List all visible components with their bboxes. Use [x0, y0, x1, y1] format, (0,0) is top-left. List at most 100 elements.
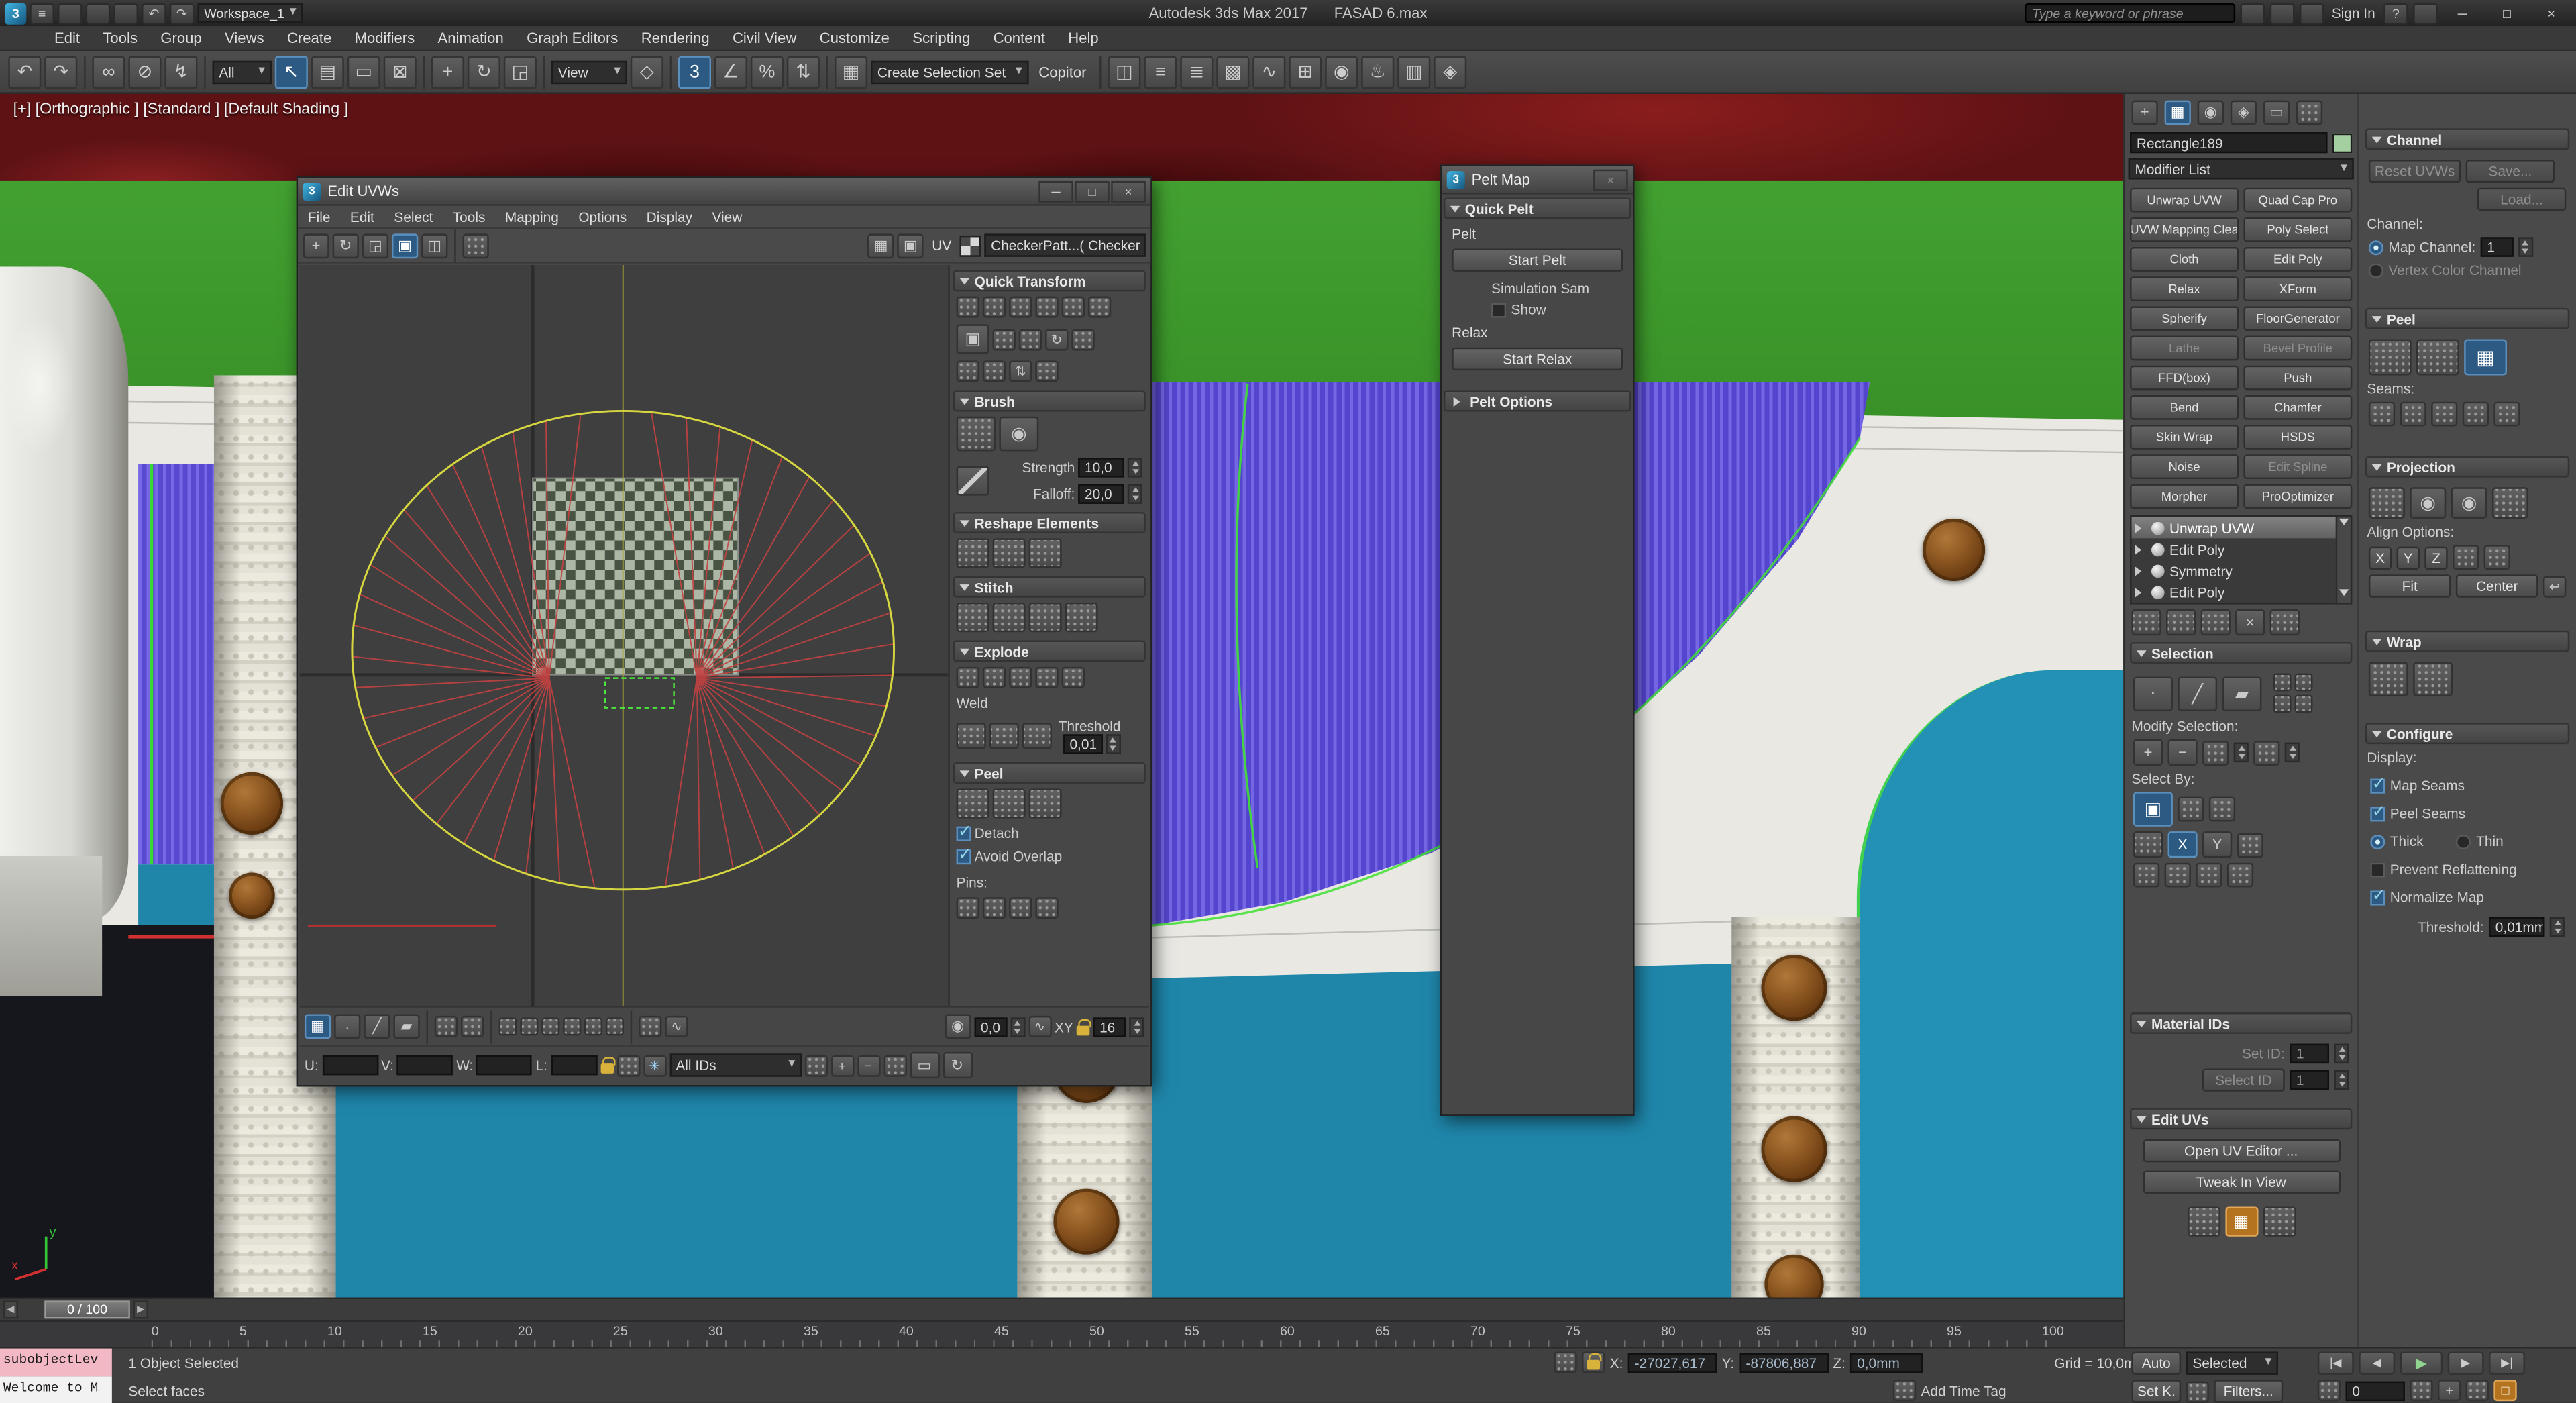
w-field[interactable] [476, 1055, 532, 1075]
spinner[interactable] [2518, 237, 2533, 256]
unpin-all-icon[interactable] [1035, 897, 1058, 919]
uv-editor-active-icon[interactable]: ▦ [2224, 1207, 2257, 1237]
soft-selection-icon[interactable]: ∿ [665, 1016, 688, 1037]
expand-arrow-icon[interactable] [2135, 523, 2146, 533]
rollout-pelt-options[interactable]: Pelt Options [1444, 391, 1631, 412]
community-icon[interactable] [2269, 3, 2294, 24]
rollout-brush[interactable]: Brush [953, 391, 1146, 412]
track-bar[interactable]: 0510152025303540455055606570758085909510… [0, 1320, 2123, 1347]
uv-freeform-icon[interactable]: ▣ [392, 233, 418, 258]
uv-space-label[interactable]: UV [927, 237, 957, 254]
schematic-view-button[interactable]: ⊞ [1289, 55, 1322, 88]
configure-stack-icon[interactable] [2270, 609, 2300, 635]
explode-face-icon[interactable] [1009, 667, 1032, 688]
select-overlap-icon[interactable] [606, 1017, 624, 1035]
select-by-name-button[interactable]: ▤ [311, 55, 344, 88]
go-to-end-button[interactable]: ▶| [2489, 1351, 2525, 1374]
fit-button[interactable]: Fit [2369, 574, 2451, 597]
app-menu-icon[interactable]: ≡ [30, 3, 54, 24]
select-x-axis-button[interactable]: X [2168, 831, 2198, 858]
maximize-viewport-icon[interactable]: □ [2493, 1380, 2516, 1401]
pelt-mode-icon[interactable]: ▦ [2464, 339, 2507, 375]
next-frame-arrow-icon[interactable]: ▶ [133, 1300, 148, 1318]
sign-in-button[interactable]: Sign In [2328, 5, 2379, 21]
pan-hand-icon[interactable] [804, 1055, 827, 1076]
select-rotate-button[interactable]: ↻ [468, 55, 500, 88]
spinner[interactable] [1106, 734, 1120, 754]
menu-item[interactable]: Help [1057, 30, 1110, 46]
isolate-selection-icon[interactable] [1554, 1351, 1576, 1373]
modifier-button[interactable]: ProOptimizer [2243, 484, 2352, 509]
menu-item[interactable]: Tools [91, 30, 149, 46]
face-sub-icon[interactable]: ▰ [393, 1014, 419, 1039]
help-icon[interactable]: ? [2383, 3, 2408, 24]
peel-mode-icon[interactable] [2416, 339, 2459, 375]
selection-lock-icon[interactable] [1582, 1351, 1605, 1373]
expand-arrow-icon[interactable] [2135, 587, 2146, 597]
peel-mode-icon[interactable] [993, 788, 1026, 818]
menu-item[interactable]: Graph Editors [515, 30, 630, 46]
rollout-selection[interactable]: Selection [2130, 642, 2352, 664]
rollout-wrap[interactable]: Wrap [2365, 631, 2569, 652]
make-unique-icon[interactable] [2201, 609, 2231, 635]
modifier-button[interactable]: Edit Poly [2243, 247, 2352, 272]
close-button[interactable]: × [1593, 169, 1628, 191]
uv-reset-icon[interactable] [2263, 1207, 2296, 1237]
modifier-button[interactable]: UVW Mapping Clea [2130, 217, 2239, 242]
start-pelt-button[interactable]: Start Pelt [1452, 249, 1623, 272]
tab-utilities-icon[interactable] [2296, 99, 2322, 124]
minimize-window-button[interactable]: ─ [2443, 1, 2482, 24]
create-selection-set-dropdown[interactable]: Create Selection Set [871, 60, 1029, 83]
align-x-button[interactable]: X [2369, 545, 2392, 568]
v-field[interactable] [397, 1055, 453, 1075]
stack-scrollbar[interactable] [2336, 517, 2351, 603]
maximize-button[interactable]: □ [1075, 180, 1110, 202]
menu-item[interactable]: Options [569, 208, 637, 225]
align-normal-icon[interactable] [2453, 545, 2479, 570]
rendered-frame-button[interactable]: ▥ [1397, 55, 1430, 88]
uv-channel-icon[interactable] [2187, 1207, 2220, 1237]
tab-create-icon[interactable]: + [2132, 99, 2158, 124]
weld-all-icon[interactable] [1022, 723, 1052, 749]
layer-manager-button[interactable]: ≣ [1180, 55, 1213, 88]
redo-button[interactable]: ↷ [44, 55, 77, 88]
start-relax-button[interactable]: Start Relax [1452, 348, 1623, 370]
planar-map-icon[interactable] [2369, 487, 2405, 519]
time-tag-icon[interactable] [1893, 1380, 1916, 1401]
key-step-toggle-icon[interactable] [2318, 1380, 2341, 1401]
visibility-bulb-icon[interactable] [2151, 564, 2165, 577]
menu-item[interactable]: Display [637, 208, 702, 225]
qt-pack-icon[interactable] [1035, 360, 1058, 382]
peel-seams-checkbox[interactable] [2370, 806, 2385, 821]
quick-peel-icon[interactable] [2369, 339, 2412, 375]
spinner[interactable] [2234, 743, 2249, 762]
explode-flatten-icon[interactable] [983, 667, 1006, 688]
detach-checkbox[interactable] [957, 826, 971, 841]
open-file-icon[interactable] [86, 3, 111, 24]
select-move-button[interactable]: + [431, 55, 464, 88]
uv-scale-icon[interactable]: ◲ [362, 233, 388, 258]
explode-smoothing-icon[interactable] [1062, 667, 1085, 688]
spinner[interactable] [1128, 484, 1142, 503]
lock-transform-icon[interactable] [600, 1063, 613, 1074]
point-to-point-seam-icon[interactable] [2400, 402, 2426, 427]
qt-rotate-left-icon[interactable] [993, 329, 1016, 350]
uv-canvas[interactable] [300, 265, 950, 1006]
show-grid-icon[interactable]: ▦ [868, 233, 894, 258]
modifier-button[interactable]: Skin Wrap [2130, 425, 2239, 450]
search-input[interactable]: Type a keyword or phrase [2024, 3, 2235, 23]
shrink-uv-icon[interactable] [520, 1017, 538, 1035]
modifier-button[interactable]: Cloth [2130, 247, 2239, 272]
qt-grid-snap-icon[interactable] [983, 360, 1006, 382]
rollout-quick-transform[interactable]: Quick Transform [953, 270, 1146, 291]
normalize-map-checkbox[interactable] [2370, 890, 2385, 904]
visibility-bulb-icon[interactable] [2151, 585, 2165, 599]
rollout-reshape-elements[interactable]: Reshape Elements [953, 512, 1146, 533]
ignore-backfacing-icon[interactable] [584, 1017, 602, 1035]
menu-item[interactable]: Mapping [495, 208, 568, 225]
explode-element-icon[interactable] [1035, 667, 1058, 688]
u-field[interactable] [322, 1055, 378, 1075]
material-editor-button[interactable]: ◉ [1325, 55, 1358, 88]
rollout-quick-pelt[interactable]: Quick Pelt [1444, 197, 1631, 219]
uv-rotate-icon[interactable]: ↻ [333, 233, 359, 258]
